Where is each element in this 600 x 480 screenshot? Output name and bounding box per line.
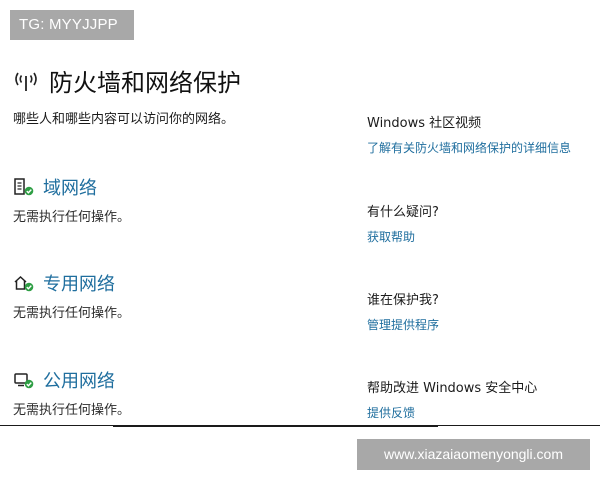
public-network-link[interactable]: 公用网络 <box>43 367 115 393</box>
who-protects-section: 谁在保护我? 管理提供程序 <box>367 289 439 333</box>
domain-network-status: 无需执行任何操作。 <box>13 210 131 225</box>
feedback-heading: 帮助改进 Windows 安全中心 <box>367 381 538 396</box>
get-help-link[interactable]: 获取帮助 <box>367 228 439 245</box>
learn-more-link[interactable]: 了解有关防火墙和网络保护的详细信息 <box>367 139 571 156</box>
bottom-divider-accent <box>113 425 438 427</box>
private-network-section: 专用网络 无需执行任何操作。 <box>13 270 130 321</box>
give-feedback-link[interactable]: 提供反馈 <box>367 404 537 421</box>
domain-network-section: 域网络 无需执行任何操作。 <box>13 174 130 225</box>
watermark-bottom: www.xiazaiaomenyongli.com <box>357 439 590 470</box>
private-network-icon <box>14 275 34 292</box>
private-network-link[interactable]: 专用网络 <box>43 270 115 296</box>
watermark-top: TG: MYYJJPP <box>10 10 134 40</box>
private-network-status: 无需执行任何操作。 <box>13 306 131 321</box>
feedback-section: 帮助改进 Windows 安全中心 提供反馈 <box>367 377 537 421</box>
questions-heading: 有什么疑问? <box>367 205 439 220</box>
wifi-antenna-icon <box>15 72 37 91</box>
page-title: 防火墙和网络保护 <box>49 68 241 97</box>
domain-network-icon <box>14 178 34 196</box>
manage-providers-link[interactable]: 管理提供程序 <box>367 316 439 333</box>
public-network-section: 公用网络 无需执行任何操作。 <box>13 367 130 418</box>
community-videos-section: Windows 社区视频 了解有关防火墙和网络保护的详细信息 <box>367 112 571 156</box>
questions-section: 有什么疑问? 获取帮助 <box>367 201 439 245</box>
public-network-status: 无需执行任何操作。 <box>13 403 131 418</box>
public-network-icon <box>14 373 34 389</box>
page-subtitle: 哪些人和哪些内容可以访问你的网络。 <box>13 112 235 127</box>
who-protects-heading: 谁在保护我? <box>367 293 439 308</box>
community-videos-heading: Windows 社区视频 <box>367 116 482 131</box>
domain-network-link[interactable]: 域网络 <box>43 174 97 200</box>
page-header: 防火墙和网络保护 <box>13 63 241 97</box>
